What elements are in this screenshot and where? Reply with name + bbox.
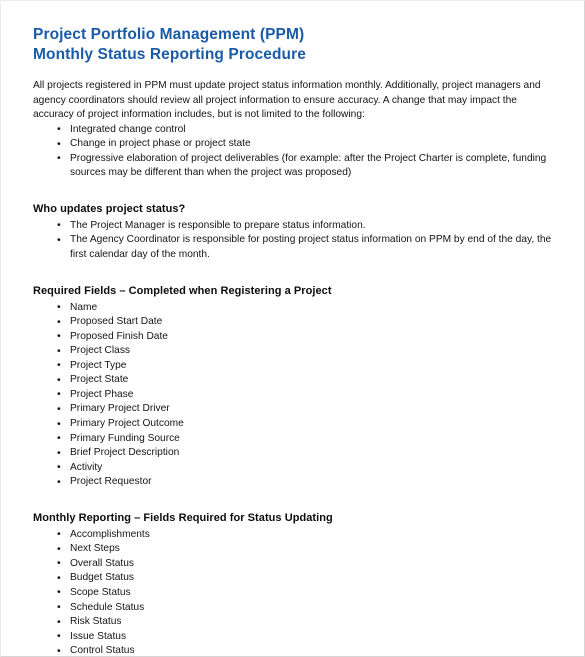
document-content: Project Portfolio Management (PPM) Month… bbox=[33, 25, 555, 656]
section-monthly-reporting: Monthly Reporting – Fields Required for … bbox=[33, 511, 555, 656]
document-title: Project Portfolio Management (PPM) Month… bbox=[33, 25, 555, 65]
list-item: Schedule Status bbox=[33, 600, 555, 616]
list-item: Control Status bbox=[33, 644, 555, 656]
list-item: Project Phase bbox=[33, 387, 555, 403]
section-bullet-list: Name Proposed Start Date Proposed Finish… bbox=[33, 300, 555, 490]
list-item: Integrated change control bbox=[33, 122, 555, 138]
list-item: Proposed Finish Date bbox=[33, 329, 555, 345]
list-item: Primary Project Outcome bbox=[33, 417, 555, 432]
document-title-line-2: Monthly Status Reporting Procedure bbox=[33, 46, 306, 63]
intro-paragraph: All projects registered in PPM must upda… bbox=[33, 80, 541, 120]
list-item: Scope Status bbox=[33, 585, 555, 601]
intro-bullet-list: Integrated change control Change in proj… bbox=[33, 122, 555, 181]
list-item: Proposed Start Date bbox=[33, 315, 555, 330]
list-item: Project Type bbox=[33, 358, 555, 374]
list-item: Budget Status bbox=[33, 571, 555, 586]
list-item: Primary Funding Source bbox=[33, 431, 555, 447]
list-item: The Agency Coordinator is responsible fo… bbox=[33, 233, 555, 262]
list-item: Brief Project Description bbox=[33, 446, 555, 461]
section-heading: Monthly Reporting – Fields Required for … bbox=[33, 511, 333, 524]
document-title-line-1: Project Portfolio Management (PPM) bbox=[33, 26, 305, 43]
list-item: Progressive elaboration of project deliv… bbox=[33, 151, 555, 181]
list-item: Project Class bbox=[33, 344, 555, 359]
section-heading: Who updates project status? bbox=[33, 202, 186, 215]
list-item: Project State bbox=[33, 373, 555, 388]
list-item: Issue Status bbox=[33, 629, 555, 645]
list-item: Change in project phase or project state bbox=[33, 137, 555, 152]
section-who-updates-project-status: Who updates project status? The Project … bbox=[33, 202, 555, 263]
list-item: Next Steps bbox=[33, 542, 555, 557]
section-bullet-list: Accomplishments Next Steps Overall Statu… bbox=[33, 527, 555, 656]
list-item: Name bbox=[33, 300, 555, 316]
list-item: Primary Project Driver bbox=[33, 402, 555, 417]
list-item: Activity bbox=[33, 460, 555, 476]
list-item: Project Requestor bbox=[33, 475, 555, 490]
section-heading: Required Fields – Completed when Registe… bbox=[33, 284, 332, 297]
list-item: The Project Manager is responsible to pr… bbox=[33, 218, 555, 234]
document-page: Project Portfolio Management (PPM) Month… bbox=[0, 0, 585, 657]
section-required-fields: Required Fields – Completed when Registe… bbox=[33, 284, 555, 490]
section-bullet-list: The Project Manager is responsible to pr… bbox=[33, 218, 555, 263]
list-item: Overall Status bbox=[33, 556, 555, 572]
list-item: Accomplishments bbox=[33, 527, 555, 543]
list-item: Risk Status bbox=[33, 615, 555, 630]
